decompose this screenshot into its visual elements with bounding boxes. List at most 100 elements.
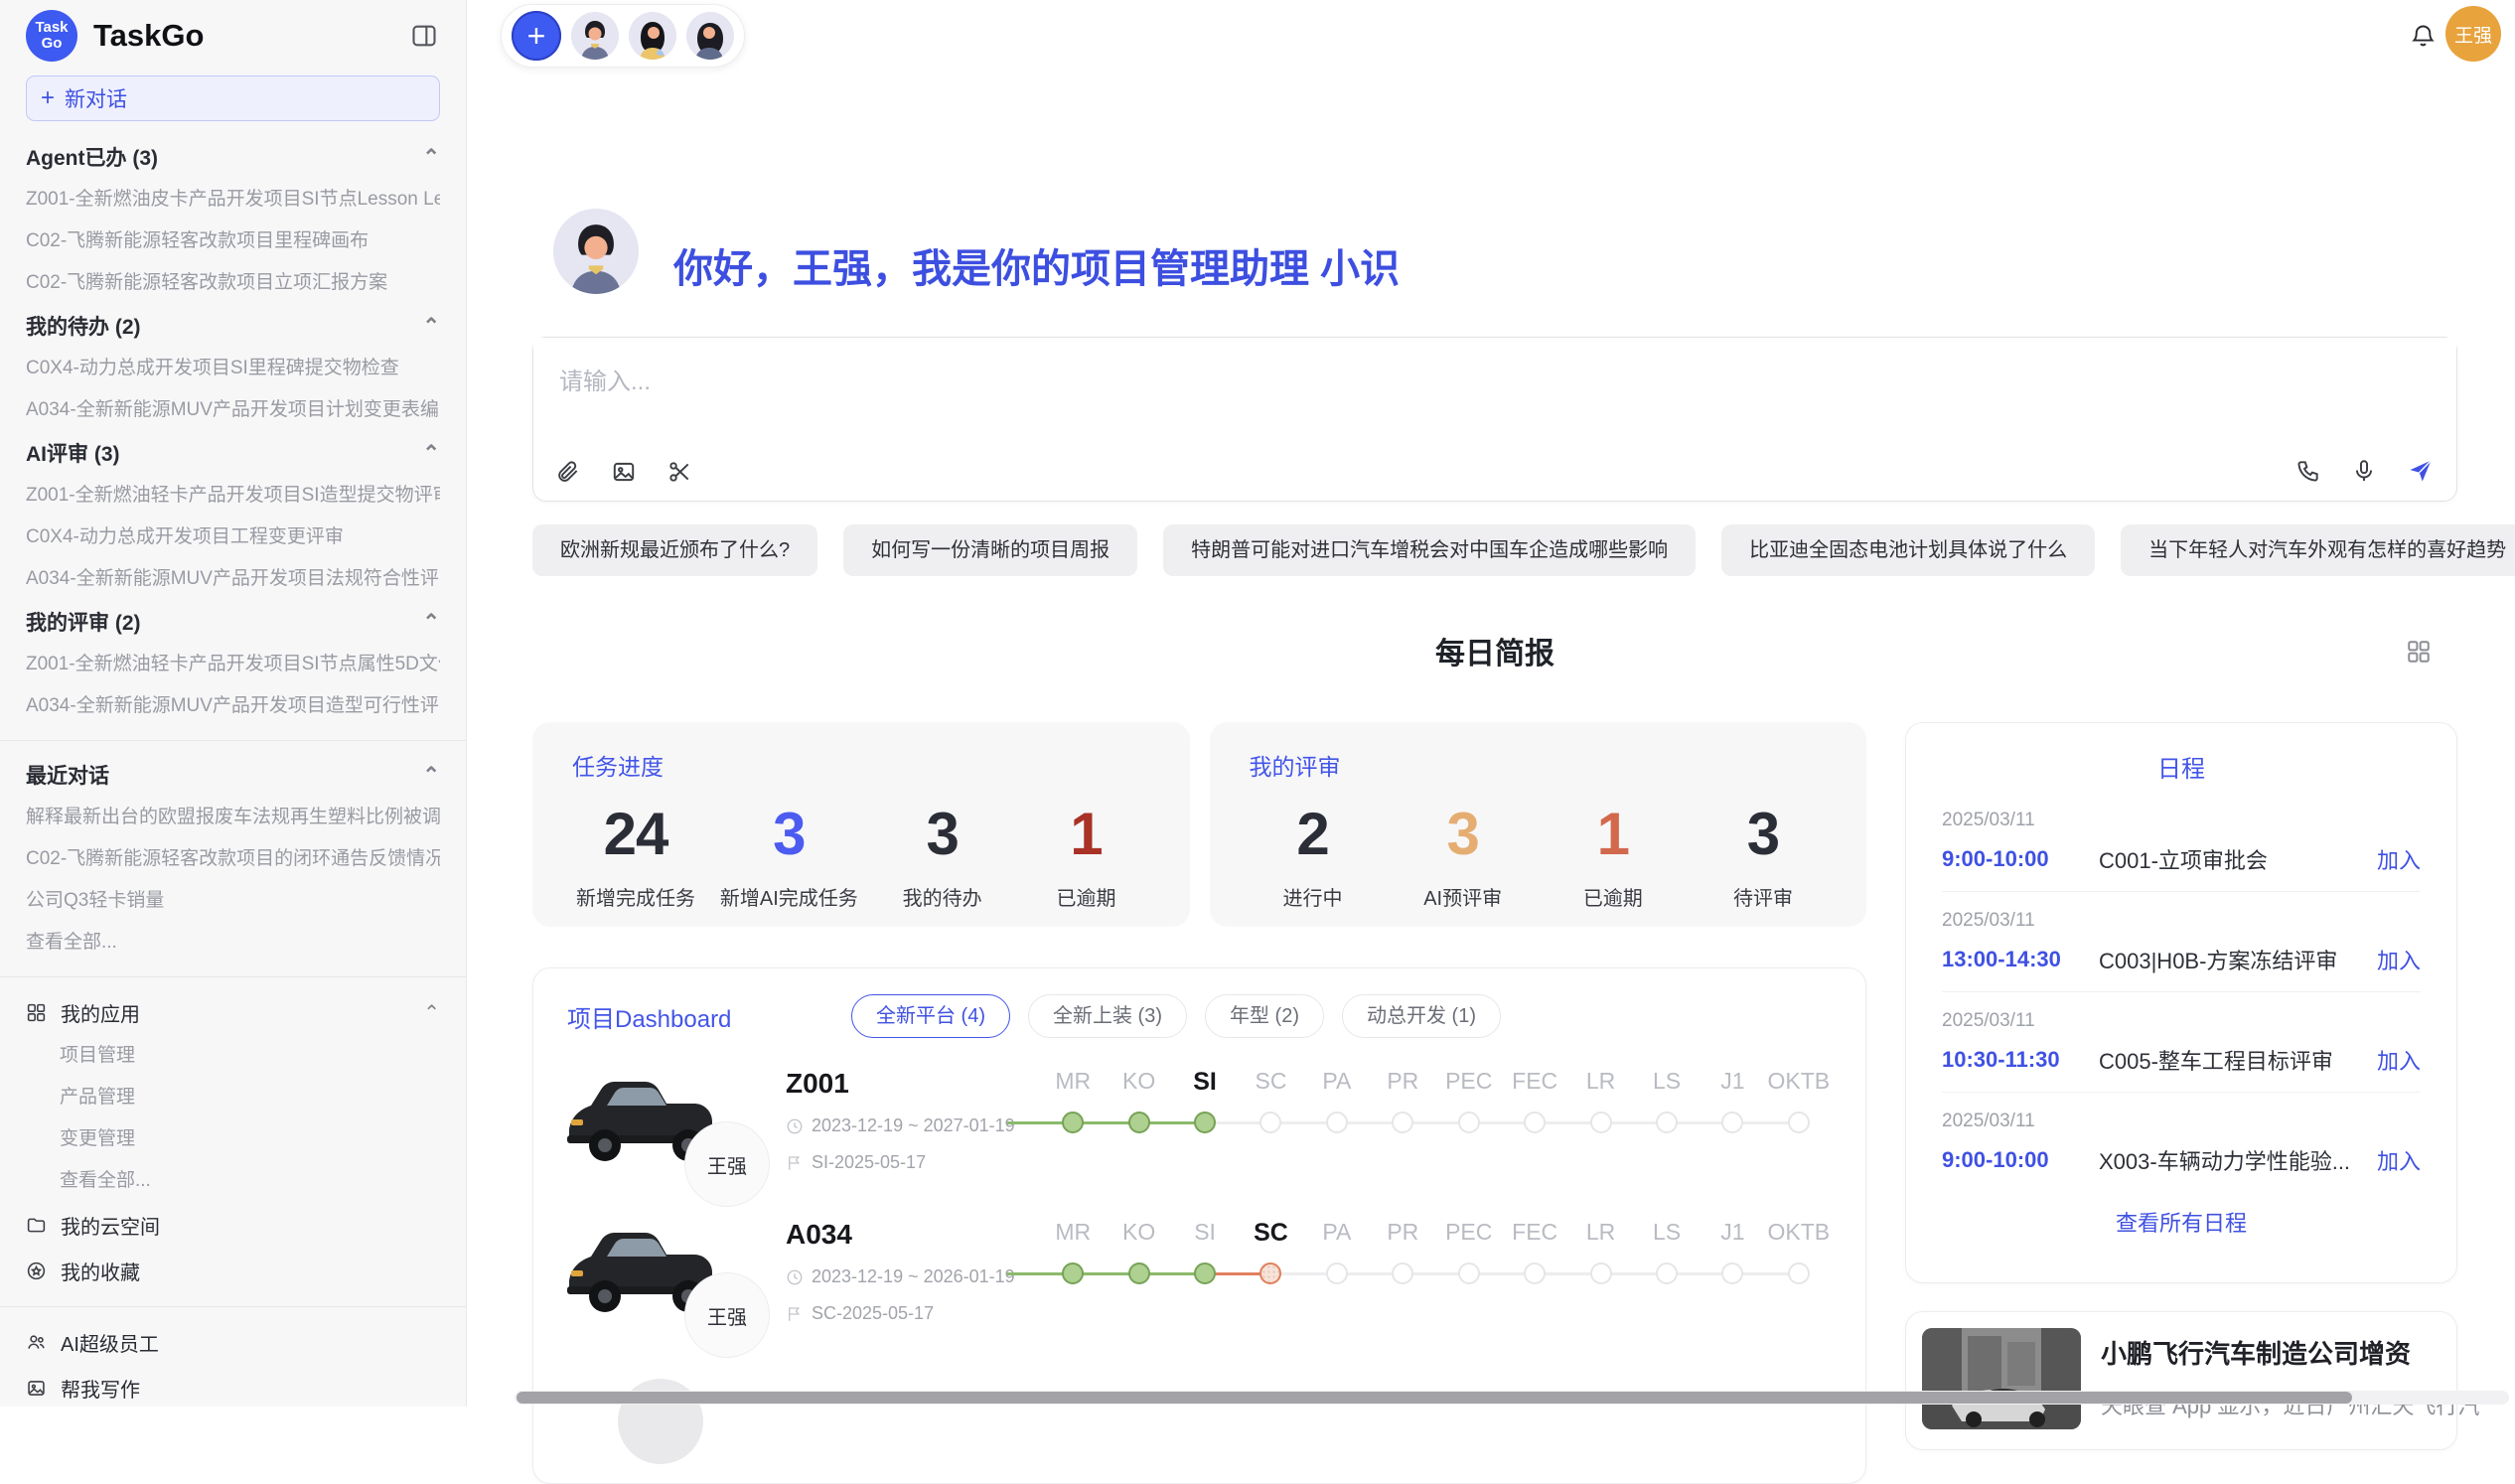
list-item[interactable]: A034-全新新能源MUV产品开发项目计划变更表编写 [26,389,440,431]
milestone-dot[interactable] [1062,1262,1084,1284]
suggestion-chip[interactable]: 比亚迪全固态电池计划具体说了什么 [1721,524,2095,576]
user-avatar[interactable]: 王强 [2445,6,2501,62]
join-link[interactable]: 加入 [2377,843,2421,875]
sidebar-collapse-icon[interactable] [410,22,438,50]
sidebar-item-help-me-write[interactable]: 帮我写作 [26,1365,440,1407]
list-item[interactable]: C02-飞腾新能源轻客改款项目立项汇报方案 [26,262,440,304]
sidebar-item-product-mgmt[interactable]: 产品管理 [26,1077,440,1118]
sidebar: Task Go TaskGo + 新对话 Agent已办 (3) ⌃ Z001-… [0,0,467,1407]
list-item[interactable]: C0X4-动力总成开发项目SI里程碑提交物检查 [26,348,440,389]
section-agent-done[interactable]: Agent已办 (3) ⌃ [26,135,440,179]
suggestion-chip[interactable]: 欧洲新规最近颁布了什么? [532,524,817,576]
milestone-dot[interactable] [1656,1112,1678,1133]
star-badge-icon [26,1261,47,1281]
project-row-z001[interactable]: 王强 Z001 2023-12-19 ~ 2027-01-19 SI-2025-… [533,1048,1865,1199]
sidebar-item-project-mgmt[interactable]: 项目管理 [26,1035,440,1077]
chevron-up-icon[interactable]: ⌃ [422,145,440,170]
section-recent-chats[interactable]: 最近对话 ⌃ [26,753,440,797]
chevron-up-icon[interactable]: ⌃ [422,441,440,466]
list-item[interactable]: Z001-全新燃油轻卡产品开发项目SI造型提交物评审 [26,475,440,517]
list-item[interactable]: C02-飞腾新能源轻客改款项目的闭环通告反馈情况 [26,838,440,880]
card-title: 我的评审 [1250,748,1828,782]
milestone-dot[interactable] [1458,1262,1480,1284]
view-all-apps[interactable]: 查看全部... [26,1160,440,1202]
view-all-schedule-link[interactable]: 查看所有日程 [1906,1206,2456,1238]
scrollbar-thumb[interactable] [517,1392,2352,1404]
news-card[interactable]: 小鹏飞行汽车制造公司增资 天眼查 App 显示，近日广州汇天飞行汽 [1905,1311,2457,1450]
milestone-dot[interactable] [1392,1112,1413,1133]
milestone-dot[interactable] [1194,1262,1216,1284]
milestone-dot[interactable] [1721,1112,1743,1133]
avatar[interactable] [686,12,734,60]
join-link[interactable]: 加入 [2377,944,2421,975]
milestone-dot[interactable] [1524,1112,1546,1133]
milestone-dot[interactable] [1721,1262,1743,1284]
section-my-review[interactable]: 我的评审 (2) ⌃ [26,600,440,644]
section-ai-review[interactable]: AI评审 (3) ⌃ [26,431,440,475]
scissors-icon[interactable] [666,459,692,485]
owner-badge: 王强 [684,1272,770,1358]
join-link[interactable]: 加入 [2377,1144,2421,1176]
suggestion-chip[interactable]: 特朗普可能对进口汽车增税会对中国车企造成哪些影响 [1163,524,1696,576]
milestone-dot[interactable] [1788,1112,1810,1133]
sidebar-item-my-apps[interactable]: 我的应用 ⌃ [26,989,440,1035]
list-item[interactable]: 公司Q3轻卡销量 [26,880,440,922]
chat-input[interactable] [533,338,2456,429]
logo-text-bottom: Go [42,36,63,52]
filter-chip-new-platform[interactable]: 全新平台 (4) [851,994,1010,1038]
image-upload-icon[interactable] [611,459,637,485]
milestone-dot[interactable] [1590,1112,1612,1133]
milestone-dot[interactable] [1524,1262,1546,1284]
list-item[interactable]: C02-飞腾新能源轻客改款项目里程碑画布 [26,221,440,262]
avatar[interactable] [571,12,619,60]
milestone-dot[interactable] [1128,1262,1150,1284]
milestone-dot[interactable] [1392,1262,1413,1284]
chevron-up-icon[interactable]: ⌃ [422,314,440,339]
send-icon[interactable] [2407,457,2435,485]
sidebar-item-ai-super-staff[interactable]: AI超级员工 [26,1319,440,1365]
chevron-up-icon[interactable]: ⌃ [422,763,440,788]
horizontal-scrollbar[interactable] [515,1391,2509,1405]
layout-grid-icon[interactable] [2406,639,2432,665]
add-assistant-button[interactable]: + [512,11,561,61]
notification-bell-icon[interactable] [2410,22,2437,49]
project-row-a034[interactable]: 王强 A034 2023-12-19 ~ 2026-01-19 SC-2025-… [533,1199,1865,1350]
list-item[interactable]: A034-全新新能源MUV产品开发项目造型可行性评审 [26,685,440,727]
attachment-icon[interactable] [555,459,581,485]
project-code: Z001 [786,1068,1034,1100]
filter-chip-model-year[interactable]: 年型 (2) [1205,994,1324,1038]
milestone-dot[interactable] [1788,1262,1810,1284]
sidebar-item-favorites[interactable]: 我的收藏 [26,1248,440,1293]
sidebar-item-cloud-space[interactable]: 我的云空间 [26,1202,440,1248]
new-chat-button[interactable]: + 新对话 [26,75,440,121]
milestone-dot[interactable] [1326,1262,1348,1284]
milestone-dot[interactable] [1590,1262,1612,1284]
milestone-dot[interactable] [1062,1112,1084,1133]
list-item[interactable]: A034-全新新能源MUV产品开发项目法规符合性评审 [26,558,440,600]
list-item[interactable]: Z001-全新燃油皮卡产品开发项目SI节点Lesson Learn报告 [26,179,440,221]
suggestion-chip[interactable]: 如何写一份清晰的项目周报 [843,524,1137,576]
microphone-icon[interactable] [2351,458,2377,484]
join-link[interactable]: 加入 [2377,1044,2421,1076]
sidebar-item-change-mgmt[interactable]: 变更管理 [26,1118,440,1160]
milestone-dot[interactable] [1259,1112,1281,1133]
chevron-up-icon[interactable]: ⌃ [423,1000,440,1025]
avatar[interactable] [629,12,676,60]
view-all-chats[interactable]: 查看全部... [26,922,440,964]
chevron-up-icon[interactable]: ⌃ [422,610,440,635]
milestone-dot[interactable] [1194,1112,1216,1133]
filter-chip-new-body[interactable]: 全新上装 (3) [1028,994,1187,1038]
filter-chip-powertrain[interactable]: 动总开发 (1) [1342,994,1501,1038]
list-item[interactable]: Z001-全新燃油轻卡产品开发项目SI节点属性5D文件评审 [26,644,440,685]
section-my-todo[interactable]: 我的待办 (2) ⌃ [26,304,440,348]
milestone-track: MR KO SI SC PA PR PEC FEC LR LS J1 OKTB [1040,1060,1832,1133]
milestone-dot[interactable] [1458,1112,1480,1133]
milestone-dot-overdue[interactable] [1259,1262,1281,1284]
list-item[interactable]: C0X4-动力总成开发项目工程变更评审 [26,517,440,558]
milestone-dot[interactable] [1656,1262,1678,1284]
suggestion-chip[interactable]: 当下年轻人对汽车外观有怎样的喜好趋势 [2121,524,2515,576]
milestone-dot[interactable] [1128,1112,1150,1133]
list-item[interactable]: 解释最新出台的欧盟报废车法规再生塑料比例被调至15%... [26,797,440,838]
phone-call-icon[interactable] [2295,458,2321,484]
milestone-dot[interactable] [1326,1112,1348,1133]
